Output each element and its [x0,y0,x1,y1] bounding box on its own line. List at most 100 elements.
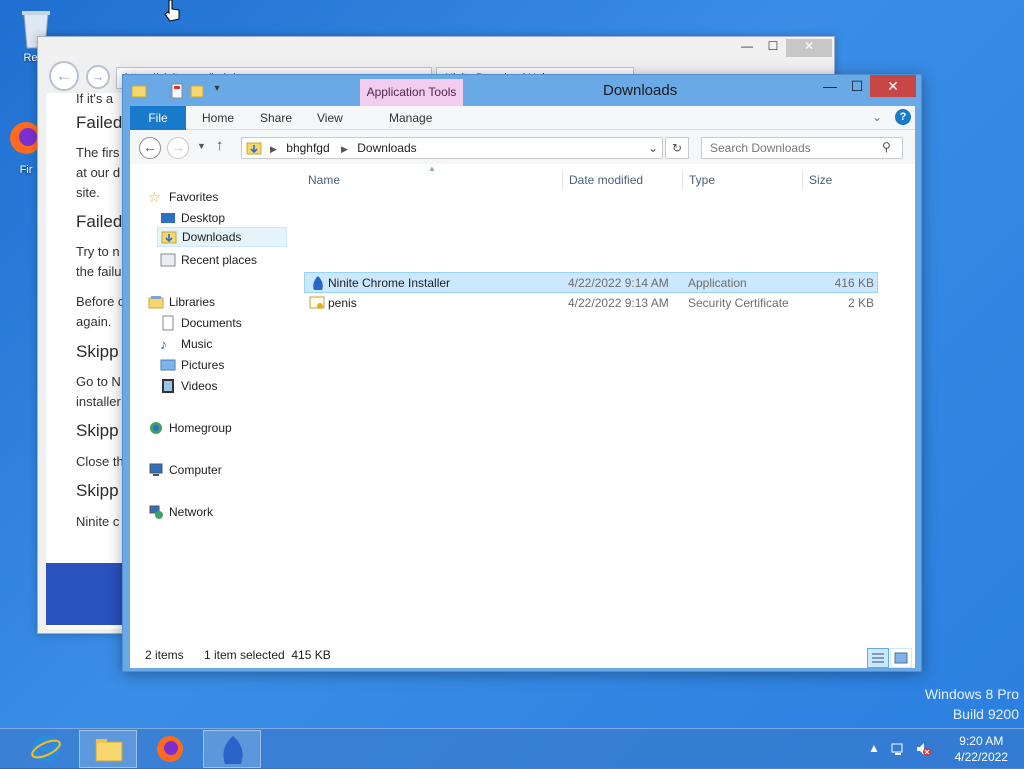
file-date: 4/22/2022 9:14 AM [568,276,669,290]
address-bar-area: ← → ▼ ↑ ▶ bhghfgd ▶ Downloads ⌄ ↻ Search… [130,130,915,164]
nav-documents[interactable]: Documents [160,313,242,333]
forward-arrow-icon[interactable]: → [167,137,189,159]
column-header-type[interactable]: Type [689,164,715,196]
file-name: Ninite Chrome Installer [328,276,451,290]
page-text: Ninite c [76,514,120,529]
nav-recent-places[interactable]: Recent places [160,250,257,270]
taskbar-file-explorer[interactable] [79,730,137,768]
hand-cursor-icon [163,0,183,25]
page-text: Try to n [76,244,120,259]
show-hidden-icons-icon[interactable]: ▲ [866,741,882,757]
watermark-build: Build 9200 [952,706,1019,722]
close-button[interactable]: ✕ [870,75,916,97]
firefox-icon [154,733,186,768]
explorer-window[interactable]: ▾ Application Tools Downloads — ☐ ✕ File… [122,74,922,672]
folder-icon[interactable] [131,83,147,99]
nav-computer[interactable]: Computer [148,460,222,480]
nav-downloads[interactable]: Downloads [157,227,287,247]
file-type: Security Certificate [688,296,789,310]
file-date: 4/22/2022 9:13 AM [568,296,669,310]
volume-muted-icon[interactable] [915,741,931,757]
minimize-button[interactable]: — [817,75,843,97]
ribbon-tabs: File Home Share View Manage ⌄ ? [130,106,915,130]
browser-close-button[interactable]: ✕ [786,39,832,57]
breadcrumb-item[interactable]: Downloads [357,141,416,155]
nav-label: Favorites [169,190,219,204]
taskbar: ▲ 9:20 AM 4/22/2022 [0,728,1024,768]
nav-videos[interactable]: Videos [160,376,217,396]
refresh-icon[interactable]: ↻ [665,137,689,159]
nav-label: Computer [169,463,222,477]
large-icons-view-icon[interactable] [890,648,912,668]
back-arrow-icon[interactable]: ← [139,137,161,159]
breadcrumb[interactable]: ▶ bhghfgd ▶ Downloads ⌄ [241,137,663,159]
chevron-down-icon[interactable]: ⌄ [648,138,658,158]
file-row[interactable]: penis 4/22/2022 9:13 AM Security Certifi… [304,293,878,314]
music-icon: ♪ [160,336,167,352]
nav-homegroup[interactable]: Homegroup [148,418,232,438]
taskbar-internet-explorer[interactable] [17,730,75,768]
nav-label: Desktop [181,211,226,225]
nav-pictures[interactable]: Pictures [160,355,224,375]
page-text: If it's a [76,91,114,106]
downloads-folder-icon [246,140,262,162]
search-icon[interactable]: ⚲ [882,140,891,154]
star-icon: ☆ [148,189,161,205]
search-input[interactable]: Search Downloads [701,137,903,159]
explorer-body: ← → ▼ ↑ ▶ bhghfgd ▶ Downloads ⌄ ↻ Search… [130,130,915,668]
page-heading: Skipp [76,481,119,500]
page-text: Before c [76,294,125,309]
nav-label: Network [169,505,214,519]
nav-music[interactable]: ♪ Music [160,334,212,354]
maximize-button[interactable]: ☐ [844,75,870,97]
column-separator [562,170,563,190]
expand-ribbon-icon[interactable]: ⌄ [872,110,882,124]
help-icon[interactable]: ? [895,109,911,125]
column-header-date[interactable]: Date modified [569,164,643,196]
tab-manage[interactable]: Manage [377,106,444,130]
chevron-down-icon[interactable]: ▾ [209,83,225,99]
column-separator [682,170,683,190]
page-text: Close th [76,454,124,469]
watermark-edition: Windows 8 Pro [924,686,1019,702]
tab-home[interactable]: Home [190,106,246,130]
windows-watermark: Windows 8 Pro Build 9200 [925,686,1019,722]
nav-libraries[interactable]: Libraries [148,292,215,312]
tab-share[interactable]: Share [248,106,304,130]
column-header-size[interactable]: Size [809,164,832,196]
certificate-icon [309,295,325,317]
internet-explorer-icon [30,733,62,768]
recent-places-icon [160,252,176,268]
network-tray-icon[interactable] [891,741,907,757]
pictures-icon [160,357,176,373]
status-item-count: 2 items [145,648,184,662]
status-bar: 2 items 1 item selected 415 KB [130,642,915,668]
new-folder-icon[interactable] [189,83,205,99]
page-heading: Failed [76,212,123,231]
back-arrow-icon[interactable]: ← [49,61,79,91]
details-view-icon[interactable] [867,648,889,668]
recent-locations-chevron-icon[interactable]: ▼ [197,141,206,151]
taskbar-firefox[interactable] [141,730,199,768]
homegroup-icon [148,420,164,436]
page-text: site. [76,185,100,200]
nav-label: Recent places [181,253,258,267]
nav-favorites[interactable]: ☆ Favorites [148,187,218,207]
system-clock[interactable]: 9:20 AM 4/22/2022 [955,733,1008,765]
taskbar-ninite[interactable] [203,730,261,768]
breadcrumb-item[interactable]: bhghfgd [286,141,329,155]
forward-arrow-icon[interactable]: → [86,65,110,89]
file-row[interactable]: Ninite Chrome Installer 4/22/2022 9:14 A… [304,272,878,293]
up-arrow-icon[interactable]: ↑ [216,137,224,154]
properties-icon[interactable] [169,83,185,99]
page-text: Go to N [76,374,121,389]
tab-view[interactable]: View [305,106,355,130]
nav-network[interactable]: Network [148,502,213,522]
browser-minimize-button[interactable]: — [734,39,760,57]
browser-maximize-button[interactable]: ☐ [760,39,786,57]
page-text: at our d [76,165,121,180]
tab-file[interactable]: File [130,106,186,130]
nav-desktop[interactable]: Desktop [160,208,225,228]
page-heading: Skipp [76,421,119,440]
column-header-name[interactable]: Name [308,164,340,196]
